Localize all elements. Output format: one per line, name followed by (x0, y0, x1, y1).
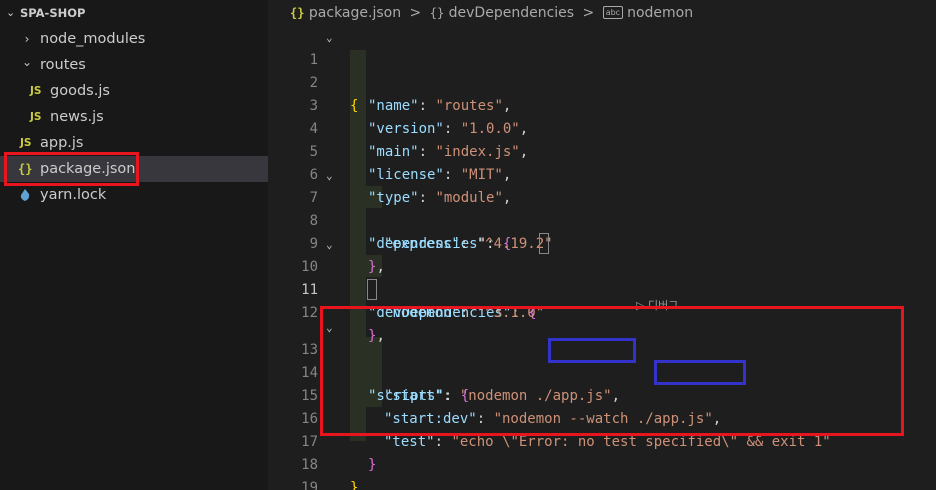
annotation-highlight-app-js-start (548, 338, 636, 363)
code-line-11[interactable]: 11 "nodemon": "^3.1.0" (268, 256, 936, 321)
annotation-highlight-app-js-dev (654, 360, 746, 385)
code-line-3[interactable]: 3 "version": "1.0.0", (268, 72, 936, 137)
explorer-root-header[interactable]: ⌄ SPA-SHOP (0, 0, 268, 26)
annotation-highlight-package-json (4, 152, 139, 186)
code-line-4[interactable]: 4 "main": "index.js", (268, 95, 936, 160)
bracket-match-box (539, 233, 549, 254)
code-line-10[interactable]: 10 ⌄ "devDependencies": { (268, 233, 936, 321)
chevron-down-icon: ⌄ (21, 55, 33, 69)
tree-item-label: routes (40, 57, 86, 73)
object-icon: {} (429, 6, 445, 20)
yarn-file-icon (20, 189, 30, 201)
code-editor[interactable]: {} package.json > {} devDependencies > a… (268, 0, 936, 490)
fold-chevron-icon[interactable]: ⌄ (326, 233, 333, 256)
tree-item-node-modules[interactable]: › node_modules (0, 26, 268, 52)
js-file-icon: JS (30, 85, 42, 97)
tree-item-label: node_modules (40, 31, 146, 47)
code-line-5[interactable]: 5 "license": "MIT", (268, 118, 936, 183)
chevron-down-icon: ⌄ (6, 6, 16, 19)
breadcrumb-leaf[interactable]: nodemon (627, 5, 693, 21)
tree-item-routes[interactable]: ⌄ routes (0, 52, 268, 78)
breadcrumb-file[interactable]: package.json (309, 5, 401, 21)
breadcrumb-separator: > (409, 5, 422, 21)
code-line-2[interactable]: 2 "name": "routes", (268, 49, 936, 114)
code-line-6[interactable]: 6 "type": "module", (268, 141, 936, 206)
tree-item-label: goods.js (50, 83, 110, 99)
fold-chevron-icon[interactable]: ⌄ (326, 164, 333, 187)
breadcrumb-separator: > (582, 5, 595, 21)
explorer-sidebar: ⌄ SPA-SHOP › node_modules ⌄ routes JS go… (0, 0, 268, 490)
js-file-icon: JS (30, 111, 42, 123)
tree-item-news-js[interactable]: JS news.js (0, 104, 268, 130)
code-line-7[interactable]: 7 ⌄ "dependencies": { (268, 164, 936, 252)
code-line-8[interactable]: 8 "express": "^4.19.2" (268, 187, 936, 252)
explorer-root-title: SPA-SHOP (20, 6, 86, 20)
tree-item-label: news.js (50, 109, 104, 125)
tree-item-goods-js[interactable]: JS goods.js (0, 78, 268, 104)
fold-chevron-icon[interactable]: ⌄ (326, 26, 333, 49)
json-file-icon: {} (290, 6, 305, 20)
code-line-19[interactable]: 19 (268, 454, 936, 490)
code-line-9[interactable]: 9 }, (268, 210, 936, 275)
breadcrumb-key[interactable]: devDependencies (449, 5, 574, 21)
bracket-match-box (367, 279, 377, 300)
code-line-1[interactable]: 1 ⌄ { (268, 26, 936, 114)
string-icon: abc (602, 6, 624, 19)
annotation-highlight-scripts (320, 306, 904, 436)
breadcrumb: {} package.json > {} devDependencies > a… (290, 2, 693, 24)
